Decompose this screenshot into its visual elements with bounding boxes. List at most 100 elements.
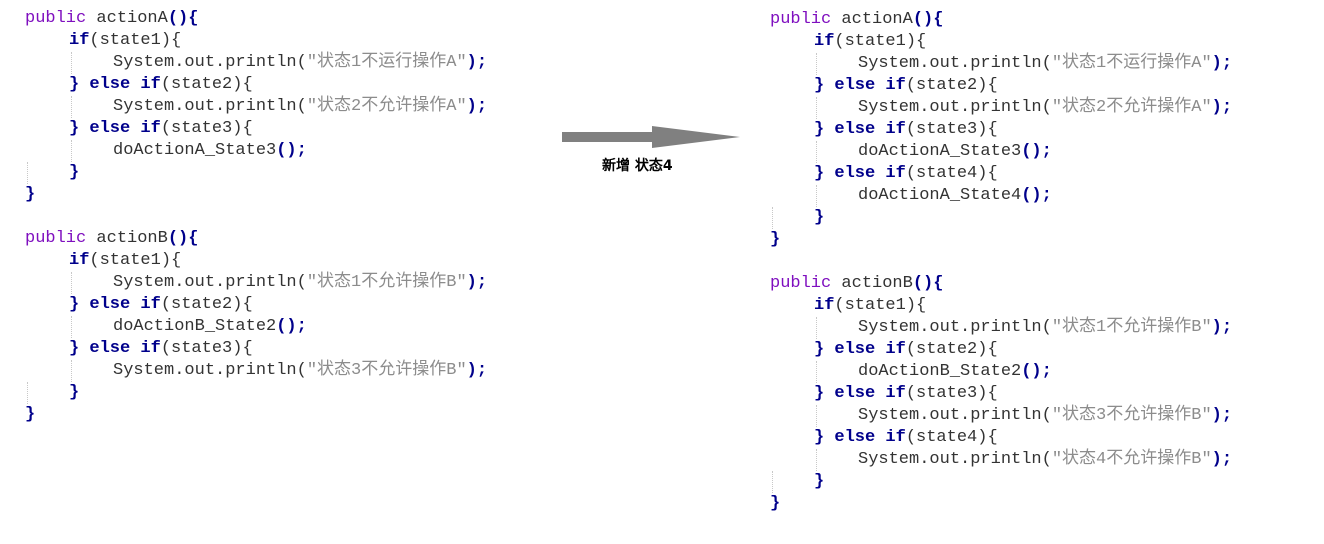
code-line: } <box>25 404 487 426</box>
code-line: System.out.println("状态1不运行操作A"); <box>25 52 487 74</box>
call: System.out.println( <box>858 318 1052 337</box>
if-keyword: if <box>814 296 835 315</box>
brace: } <box>69 75 90 94</box>
if-keyword: if <box>140 75 161 94</box>
code-line: public actionA(){ <box>25 8 487 30</box>
code-line: } else if(state2){ <box>770 339 1232 361</box>
punctuation: ); <box>466 53 488 72</box>
punctuation: (){ <box>912 274 944 293</box>
brace: } <box>69 119 90 138</box>
code-line: } else if(state4){ <box>770 427 1232 449</box>
code-line: System.out.println("状态2不允许操作A"); <box>25 96 487 118</box>
code-line: public actionB(){ <box>770 273 1232 295</box>
brace: } <box>814 384 835 403</box>
if-keyword: if <box>885 384 906 403</box>
punctuation: ); <box>1211 406 1233 425</box>
call: System.out.println( <box>858 54 1052 73</box>
condition: (state3){ <box>160 339 253 358</box>
code-line: } <box>770 471 1232 493</box>
code-line: doActionA_State3(); <box>25 140 487 162</box>
brace: } <box>69 295 90 314</box>
condition: (state4){ <box>905 164 998 183</box>
else-keyword: else <box>834 428 886 447</box>
if-keyword: if <box>69 31 90 50</box>
call: System.out.println( <box>113 361 307 380</box>
code-line: } else if(state4){ <box>770 163 1232 185</box>
call: System.out.println( <box>858 450 1052 469</box>
code-line: if(state1){ <box>25 30 487 52</box>
punctuation: (); <box>1021 142 1052 161</box>
punctuation: (); <box>276 141 307 160</box>
code-line: System.out.println("状态1不允许操作B"); <box>25 272 487 294</box>
condition: (state3){ <box>905 120 998 139</box>
code-line: } <box>25 162 487 184</box>
punctuation: ); <box>466 361 488 380</box>
brace: } <box>814 76 835 95</box>
code-line: System.out.println("状态3不允许操作B"); <box>25 360 487 382</box>
brace: } <box>25 405 36 424</box>
punctuation: ); <box>1211 450 1233 469</box>
punctuation: ); <box>466 97 488 116</box>
brace: } <box>814 472 825 491</box>
call: System.out.println( <box>858 406 1052 425</box>
punctuation: (){ <box>912 10 944 29</box>
brace: } <box>814 340 835 359</box>
condition: (state3){ <box>905 384 998 403</box>
punctuation: ); <box>466 273 488 292</box>
brace: } <box>770 230 781 249</box>
code-line: doActionA_State4(); <box>770 185 1232 207</box>
brace: } <box>814 208 825 227</box>
else-keyword: else <box>834 340 886 359</box>
condition: (state1){ <box>89 31 182 50</box>
string-literal: "状态1不允许操作B" <box>306 273 467 292</box>
call: System.out.println( <box>858 98 1052 117</box>
method-name: actionA <box>841 10 913 29</box>
string-literal: "状态2不允许操作A" <box>306 97 467 116</box>
punctuation: ); <box>1211 54 1233 73</box>
code-line: } else if(state3){ <box>25 338 487 360</box>
code-line: } else if(state3){ <box>25 118 487 140</box>
else-keyword: else <box>89 295 141 314</box>
if-keyword: if <box>814 32 835 51</box>
brace: } <box>25 185 36 204</box>
if-keyword: if <box>885 164 906 183</box>
else-keyword: else <box>834 120 886 139</box>
if-keyword: if <box>140 295 161 314</box>
if-keyword: if <box>885 120 906 139</box>
code-line: System.out.println("状态1不允许操作B"); <box>770 317 1232 339</box>
condition: (state2){ <box>160 295 253 314</box>
call: doActionA_State3 <box>113 141 277 160</box>
modified-code-panel: public actionA(){ if(state1){ System.out… <box>770 9 1232 515</box>
if-keyword: if <box>885 340 906 359</box>
call: doActionA_State3 <box>858 142 1022 161</box>
code-line: public actionB(){ <box>25 228 487 250</box>
code-line: public actionA(){ <box>770 9 1232 31</box>
if-keyword: if <box>885 428 906 447</box>
condition: (state1){ <box>834 32 927 51</box>
condition: (state2){ <box>905 340 998 359</box>
brace: } <box>69 339 90 358</box>
else-keyword: else <box>89 119 141 138</box>
code-line: } else if(state2){ <box>25 294 487 316</box>
code-line: System.out.println("状态1不运行操作A"); <box>770 53 1232 75</box>
if-keyword: if <box>885 76 906 95</box>
condition: (state2){ <box>905 76 998 95</box>
else-keyword: else <box>834 76 886 95</box>
call: doActionB_State2 <box>858 362 1022 381</box>
punctuation: (); <box>1021 186 1052 205</box>
string-literal: "状态1不允许操作B" <box>1051 318 1212 337</box>
code-line: if(state1){ <box>770 31 1232 53</box>
code-line: } else if(state3){ <box>770 119 1232 141</box>
else-keyword: else <box>89 339 141 358</box>
string-literal: "状态4不允许操作B" <box>1051 450 1212 469</box>
code-line: if(state1){ <box>25 250 487 272</box>
call: System.out.println( <box>113 97 307 116</box>
modifier-keyword: public <box>770 10 842 29</box>
if-keyword: if <box>140 339 161 358</box>
method-name: actionA <box>96 9 168 28</box>
code-line: doActionB_State2(); <box>25 316 487 338</box>
string-literal: "状态3不允许操作B" <box>306 361 467 380</box>
code-line: System.out.println("状态2不允许操作A"); <box>770 97 1232 119</box>
